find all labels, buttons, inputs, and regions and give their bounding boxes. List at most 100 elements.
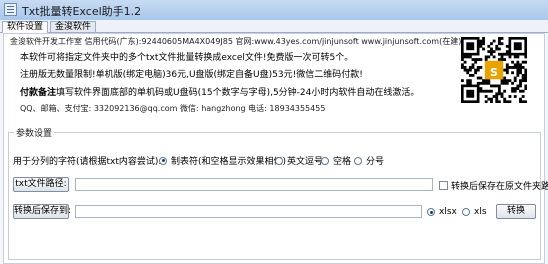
qr-module	[484, 100, 488, 103]
qr-module	[495, 100, 499, 103]
qr-module	[497, 58, 501, 61]
qr-module	[500, 81, 504, 85]
qr-module	[516, 71, 520, 75]
qr-module	[497, 39, 501, 43]
qr-module	[484, 79, 488, 83]
radio-comma-dot	[275, 156, 283, 165]
radio-space[interactable]: 空格	[321, 154, 351, 167]
title-bar: Txt批量转Excel助手1.2	[0, 0, 548, 21]
qr-module	[479, 87, 483, 90]
qr-module	[519, 66, 522, 69]
qr-module	[511, 89, 514, 93]
qr-module	[521, 95, 525, 98]
qr-module	[524, 100, 527, 103]
save-same-folder-box	[439, 181, 448, 190]
qr-module	[461, 79, 464, 83]
save-same-folder-label: 转换后保存在原文件夹路径	[451, 182, 548, 192]
qr-module	[513, 95, 517, 98]
split-char-label: 用于分列的字符(请根据txt内容尝试):	[13, 157, 162, 167]
qr-module	[500, 58, 504, 61]
qr-module	[492, 39, 496, 43]
qr-module	[479, 44, 483, 48]
qr-module	[511, 66, 514, 69]
qr-module	[497, 42, 501, 46]
qr-module	[503, 100, 507, 103]
qr-module	[484, 58, 488, 61]
qr-module	[471, 63, 475, 67]
qr-module	[466, 71, 470, 75]
qr-module	[524, 73, 527, 77]
qr-module	[484, 95, 488, 98]
qr-module	[521, 66, 525, 69]
qr-module	[497, 52, 501, 56]
qr-module	[468, 68, 472, 72]
qr-module	[490, 52, 493, 56]
qr-module	[490, 84, 493, 88]
window-title: Txt批量转Excel助手1.2	[22, 5, 142, 18]
qr-module	[495, 97, 499, 101]
qr-module	[503, 89, 507, 93]
qr-module	[466, 79, 470, 83]
params-group: 参数设置 用于分列的字符(请根据txt内容尝试): 制表符(和空格显示效果相似)…	[8, 126, 548, 260]
qr-module	[476, 81, 480, 85]
qr-module	[503, 81, 507, 85]
qr-module	[519, 71, 522, 75]
payment-note-heading: 付款备注	[20, 88, 57, 98]
convert-button[interactable]: 转换	[496, 204, 536, 219]
qr-module	[511, 87, 514, 90]
qr-module	[471, 66, 475, 69]
qr-module	[479, 42, 483, 46]
radio-comma-label: 英文逗号	[287, 157, 324, 167]
qr-module	[466, 81, 470, 85]
qr-module	[500, 92, 504, 96]
qr-module	[519, 68, 522, 72]
radio-tab-separator[interactable]: 制表符(和空格显示效果相似)	[159, 154, 286, 167]
radio-xls-dot	[462, 208, 470, 216]
qr-module	[476, 76, 480, 80]
app-icon	[4, 3, 17, 16]
qr-module	[482, 39, 485, 43]
qr-module	[500, 95, 504, 98]
save-to-button[interactable]: 转换后保存到:	[13, 204, 71, 219]
save-same-folder-checkbox[interactable]: 转换后保存在原文件夹路径	[439, 179, 548, 192]
qr-module	[492, 95, 496, 98]
txt-path-input[interactable]	[75, 178, 433, 191]
qr-module	[513, 66, 517, 69]
radio-xls[interactable]: xls	[462, 207, 487, 217]
tab-jinjun-software[interactable]: 金浚软件	[50, 21, 97, 32]
qr-module	[468, 66, 472, 69]
qr-module	[476, 66, 480, 69]
payment-note: 付款备注填写软件界面底部的单机码或U盘码(15个数字与字母),5分钟-24小时内…	[20, 85, 419, 98]
qr-module	[503, 52, 507, 56]
qr-module	[524, 71, 527, 75]
qr-finder	[513, 42, 522, 51]
intro-text: 本软件可将指定文件夹中的多个txt文件批量转换成excel文件!免费版一次可转5…	[20, 53, 354, 63]
radio-xlsx[interactable]: xlsx	[427, 207, 457, 217]
qr-module	[482, 79, 485, 83]
qr-module	[516, 60, 520, 64]
qr-module	[524, 79, 527, 83]
qr-module	[479, 89, 483, 93]
tab-software-settings[interactable]: 软件设置	[2, 21, 49, 33]
qr-module	[508, 79, 512, 83]
qr-module	[471, 58, 475, 61]
qr-module	[484, 89, 488, 93]
txt-path-button[interactable]: txt文件路径:	[13, 177, 69, 192]
qr-module	[495, 84, 499, 88]
qr-module	[482, 47, 485, 51]
radio-semicolon[interactable]: 分号	[354, 154, 384, 167]
qr-module	[519, 63, 522, 67]
radio-comma[interactable]: 英文逗号	[275, 154, 323, 167]
qr-module	[474, 68, 478, 72]
qr-module	[503, 79, 507, 83]
qr-module	[503, 76, 507, 80]
payment-note-body: 填写软件界面底部的单机码或U盘码(15个数字与字母),5分钟-24小时内软件自动…	[56, 88, 420, 98]
save-to-input[interactable]	[75, 205, 422, 218]
qr-badge-text: S	[490, 66, 498, 79]
qr-module	[516, 68, 520, 72]
qr-module	[461, 58, 464, 61]
radio-xlsx-label: xlsx	[439, 207, 457, 217]
qr-module	[519, 97, 522, 101]
qr-module	[466, 68, 470, 72]
qr-module	[497, 37, 501, 40]
